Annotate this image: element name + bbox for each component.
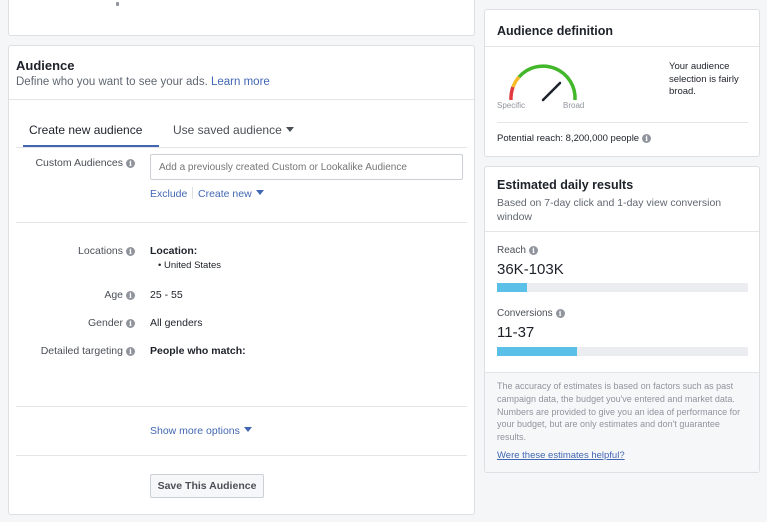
detailed-targeting-value-text: People who match: (150, 345, 246, 357)
show-more-options-link[interactable]: Show more options (150, 425, 252, 437)
reach-label-text: Reach (497, 245, 526, 256)
divider (497, 122, 748, 123)
custom-audiences-label: Custom Audiences i (9, 157, 135, 169)
detailed-targeting-label: Detailed targeting i (9, 345, 135, 357)
estimated-daily-results-card: Estimated daily results Based on 7-day c… (484, 166, 760, 473)
tab-use-saved-audience[interactable]: Use saved audience (173, 123, 294, 137)
audience-subtitle-text: Define who you want to see your ads. (16, 76, 208, 88)
audience-definition-title: Audience definition (497, 24, 613, 38)
conversions-bar (497, 347, 748, 356)
audience-breadth-gauge-icon (509, 64, 577, 102)
gauge-specific-label: Specific (497, 101, 526, 110)
custom-audiences-label-text: Custom Audiences (35, 157, 123, 169)
estimates-helpful-link[interactable]: Were these estimates helpful? (497, 450, 625, 461)
link-separator (192, 187, 193, 199)
divider (16, 406, 467, 407)
location-item-text: United States (163, 260, 222, 271)
previous-section-card (8, 0, 475, 36)
locations-label-text: Locations (78, 245, 123, 257)
age-label-text: Age (104, 289, 123, 301)
ads-manager-frame: Audience Define who you want to see your… (0, 0, 767, 522)
chevron-down-icon (255, 190, 264, 195)
age-label: Age i (9, 289, 135, 301)
create-new-label: Create new (198, 188, 252, 200)
reach-bar-fill (497, 283, 528, 292)
scroll-indicator (116, 2, 119, 6)
audience-title: Audience (16, 58, 75, 73)
location-item: • United States (158, 260, 222, 271)
tab-use-saved-audience-label: Use saved audience (173, 123, 282, 137)
potential-reach-label: Potential reach: (497, 133, 564, 144)
audience-definition-card: Audience definition Specific Broad Your … (484, 9, 760, 157)
locations-label: Locations i (9, 245, 135, 257)
conversions-bar-fill (497, 347, 578, 356)
age-value[interactable]: 25 - 55 (150, 289, 183, 301)
location-heading-text: Location: (150, 245, 198, 257)
reach-label: Reach i (497, 245, 538, 256)
info-icon[interactable]: i (126, 347, 135, 356)
chevron-down-icon (243, 427, 252, 432)
info-icon[interactable]: i (555, 309, 565, 318)
gauge-arc-yellow (511, 75, 521, 88)
info-icon[interactable]: i (126, 291, 135, 300)
info-icon[interactable]: i (126, 319, 135, 328)
learn-more-link[interactable]: Learn more (211, 76, 270, 88)
estimates-disclaimer-box: The accuracy of estimates is based on fa… (485, 372, 759, 472)
gauge-needle (541, 81, 562, 102)
conversions-label-text: Conversions (497, 308, 553, 319)
reach-value: 36K-103K (497, 261, 564, 278)
info-icon[interactable]: i (642, 134, 652, 143)
estimates-disclaimer: The accuracy of estimates is based on fa… (497, 381, 741, 443)
gender-label-text: Gender (87, 317, 123, 329)
tab-divider (16, 147, 467, 148)
estimated-daily-results-subtitle: Based on 7-day click and 1-day view conv… (497, 197, 722, 223)
divider (16, 222, 467, 223)
custom-audiences-input[interactable] (150, 154, 463, 180)
show-more-options-label: Show more options (150, 425, 240, 437)
audience-card: Audience Define who you want to see your… (8, 45, 475, 515)
conversions-label: Conversions i (497, 308, 565, 319)
gender-value[interactable]: All genders (150, 317, 203, 329)
tab-create-new-audience[interactable]: Create new audience (29, 123, 142, 137)
estimated-daily-results-title: Estimated daily results (497, 178, 634, 192)
audience-subtitle: Define who you want to see your ads. Lea… (16, 76, 270, 88)
divider (9, 99, 474, 100)
info-icon[interactable]: i (126, 159, 135, 168)
divider (485, 46, 759, 47)
info-icon[interactable]: i (528, 246, 538, 255)
divider (485, 231, 759, 232)
potential-reach-value: 8,200,000 people (565, 133, 640, 144)
reach-bar (497, 283, 748, 292)
gender-label: Gender i (9, 317, 135, 329)
audience-definition-description: Your audience selection is fairly broad. (669, 61, 739, 97)
exclude-link[interactable]: Exclude (150, 188, 187, 200)
divider (16, 455, 467, 456)
save-this-audience-button[interactable]: Save This Audience (150, 474, 264, 498)
chevron-down-icon (285, 127, 294, 132)
create-new-dropdown[interactable]: Create new (198, 188, 264, 200)
info-icon[interactable]: i (126, 247, 135, 256)
conversions-value: 11-37 (497, 324, 535, 341)
potential-reach: Potential reach: 8,200,000 people i (497, 133, 652, 144)
detailed-targeting-value: People who match: (150, 345, 246, 357)
detailed-targeting-label-text: Detailed targeting (40, 345, 123, 357)
location-heading: Location: (150, 245, 197, 257)
gauge-broad-label: Broad (563, 101, 585, 110)
gauge-arc-red (509, 86, 515, 101)
